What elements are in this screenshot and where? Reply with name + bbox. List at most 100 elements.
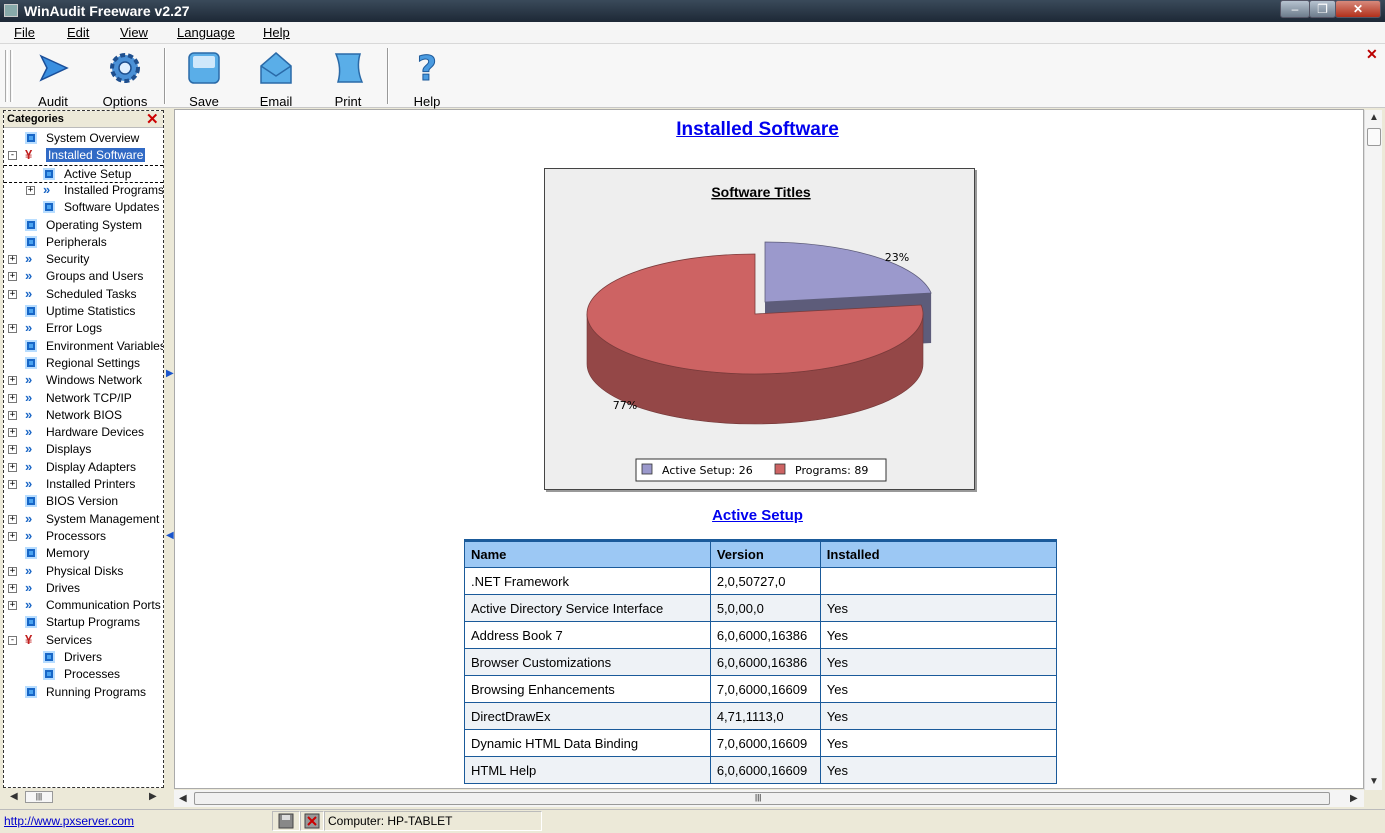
horizontal-scroll-thumb[interactable]: ||| [194,792,1330,805]
tree-item-regional-settings[interactable]: Regional Settings [4,355,163,372]
expand-icon[interactable]: + [8,324,17,334]
expand-icon[interactable]: + [8,531,17,541]
vertical-scroll-thumb[interactable] [1367,128,1381,146]
tree-item-label: Network TCP/IP [46,390,132,405]
expand-icon[interactable]: + [26,185,35,195]
menu-edit[interactable]: Edit [67,25,89,40]
tree-item-uptime-statistics[interactable]: Uptime Statistics [4,303,163,320]
audit-button[interactable]: Audit [18,48,88,109]
tree-item-software-updates[interactable]: Software Updates [4,199,163,216]
tree-item-installed-printers[interactable]: + » Installed Printers [4,476,163,493]
close-report-icon[interactable]: ✕ [1366,46,1378,63]
print-icon [334,53,364,83]
page-title[interactable]: Installed Software [175,119,1340,141]
maximize-button[interactable]: ❐ [1309,0,1336,18]
scroll-down-arrow-icon[interactable]: ▼ [1369,776,1379,787]
help-button[interactable]: ? Help [392,48,462,109]
menu-help[interactable]: Help [263,25,290,40]
expand-icon[interactable]: + [8,566,17,576]
tree-item-installed-programs[interactable]: + » Installed Programs [4,182,163,199]
tree-item-windows-network[interactable]: + » Windows Network [4,372,163,389]
expand-icon[interactable]: + [8,480,17,489]
expand-icon[interactable]: + [8,272,17,282]
print-button[interactable]: Print [313,48,383,109]
tree-item-displays[interactable]: + » Displays [4,441,163,458]
tree-item-display-adapters[interactable]: + » Display Adapters [4,459,163,476]
table-cell: 4,71,1113,0 [709,702,821,730]
tree-item-startup-programs[interactable]: Startup Programs [4,614,163,631]
tree-item-security[interactable]: + » Security [4,251,163,268]
vertical-scrollbar[interactable]: ▲ ▼ [1364,110,1382,790]
tree-item-memory[interactable]: Memory [4,545,163,562]
close-button[interactable]: ✕ [1335,0,1381,18]
menu-language[interactable]: Language [177,25,235,40]
tree-item-scheduled-tasks[interactable]: + » Scheduled Tasks [4,286,163,303]
close-panel-icon[interactable]: ✕ [146,111,159,128]
tree-item-bios-version[interactable]: BIOS Version [4,493,163,510]
tree-item-label: Groups and Users [46,269,144,284]
menu-view[interactable]: View [120,25,148,40]
expand-icon[interactable]: + [8,514,17,524]
category-node-icon [25,218,37,231]
tree-item-error-logs[interactable]: + » Error Logs [4,320,163,337]
horizontal-scrollbar[interactable]: ◀ ||| ▶ [174,790,1364,807]
save-button[interactable]: Save [169,48,239,109]
scroll-up-arrow-icon[interactable]: ▲ [1369,112,1379,123]
tree-item-peripherals[interactable]: Peripherals [4,234,163,251]
collapse-icon[interactable]: - [8,635,17,645]
tree-item-drives[interactable]: + » Drives [4,580,163,597]
minimize-button[interactable]: – [1280,0,1310,18]
website-link[interactable]: http://www.pxserver.com [4,814,134,828]
tree-item-label: System Overview [46,131,140,145]
scroll-right-arrow-icon[interactable]: ▶ [149,791,157,802]
tree-item-communication-ports[interactable]: + » Communication Ports [4,597,163,614]
expand-icon[interactable]: + [8,428,17,438]
tree-item-hardware-devices[interactable]: + » Hardware Devices [4,424,163,441]
expand-icon[interactable]: + [8,410,17,420]
expand-icon[interactable]: + [8,289,17,299]
section-title[interactable]: Active Setup [175,507,1340,524]
expand-icon[interactable]: + [8,376,17,386]
collapse-icon[interactable]: - [8,151,17,161]
expand-icon[interactable]: + [8,462,17,472]
splitter-left-arrow-icon[interactable]: ◀ [166,530,174,541]
tree-item-network-bios[interactable]: + » Network BIOS [4,407,163,424]
toolbar-grip[interactable] [10,50,13,102]
tree-item-processes[interactable]: Processes [4,666,163,683]
tree-item-label: Drives [46,580,81,595]
tree-item-network-tcp-ip[interactable]: + » Network TCP/IP [4,390,163,407]
tree-item-drivers[interactable]: Drivers [4,649,163,666]
tree-item-operating-system[interactable]: Operating System [4,217,163,234]
collapsed-group-icon: » [25,424,33,440]
email-button[interactable]: Email [241,48,311,109]
expand-icon[interactable]: + [8,445,17,455]
categories-horizontal-scrollbar[interactable]: ◀ ||| ▶ [3,789,164,805]
tree-item-installed-software[interactable]: - ¥ Installed Software [4,147,163,164]
scroll-thumb[interactable]: ||| [25,791,53,803]
scroll-left-arrow-icon[interactable]: ◀ [179,793,187,804]
panel-splitter[interactable]: ▶ ◀ [166,110,174,788]
tree-item-system-overview[interactable]: System Overview [4,130,163,147]
expand-icon[interactable]: + [8,393,17,403]
tree-item-running-programs[interactable]: Running Programs [4,684,163,701]
expand-icon[interactable]: + [8,583,17,593]
tree-item-label: Error Logs [46,321,103,336]
tree-item-active-setup[interactable]: Active Setup [4,164,163,183]
tree-item-system-management[interactable]: + » System Management [4,511,163,528]
scroll-left-arrow-icon[interactable]: ◀ [10,791,18,802]
scroll-right-arrow-icon[interactable]: ▶ [1350,793,1358,804]
question-mark-icon: ? [417,50,438,86]
toolbar-grip[interactable] [5,50,8,102]
menu-file[interactable]: File [14,25,35,40]
table-cell: Browsing Enhancements [464,675,711,703]
tree-item-services[interactable]: - ¥ Services [4,632,163,649]
options-button[interactable]: Options [90,48,160,109]
tree-item-processors[interactable]: + » Processors [4,528,163,545]
tree-item-groups-and-users[interactable]: + » Groups and Users [4,268,163,285]
tree-item-label: Display Adapters [46,459,137,474]
tree-item-physical-disks[interactable]: + » Physical Disks [4,563,163,580]
splitter-right-arrow-icon[interactable]: ▶ [166,368,174,379]
tree-item-environment-variables[interactable]: Environment Variables [4,338,163,355]
expand-icon[interactable]: + [8,601,17,611]
expand-icon[interactable]: + [8,255,17,265]
